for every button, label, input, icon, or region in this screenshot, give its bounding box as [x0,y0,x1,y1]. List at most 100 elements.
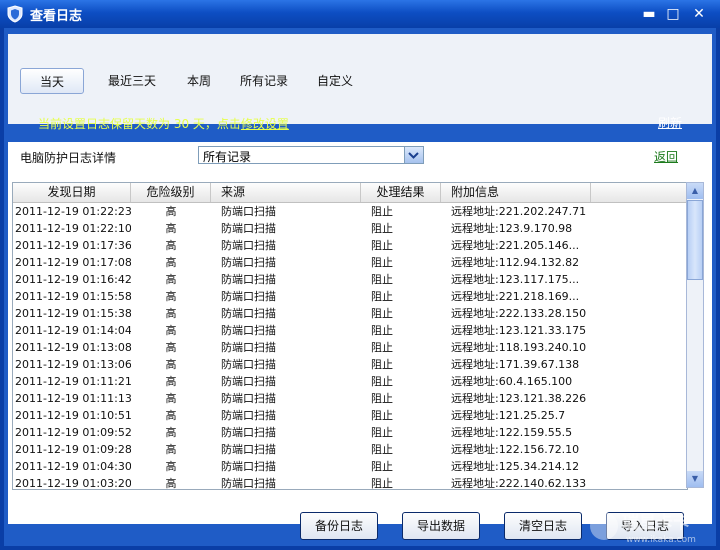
minimize-button[interactable]: ▬ [640,5,658,23]
cell-result: 阻止 [371,341,393,354]
cell-level: 高 [165,307,177,320]
scroll-up-icon[interactable]: ▲ [687,183,703,199]
column-header-empty [591,183,687,202]
cell-date: 2011-12-19 01:16:42 [15,273,131,286]
cell-source: 防端口扫描 [221,324,276,337]
maximize-button[interactable]: □ [664,5,682,23]
cell-source: 防端口扫描 [221,205,276,218]
shield-icon [7,5,23,23]
cell-source: 防端口扫描 [221,256,276,269]
refresh-link[interactable]: 刷新 [658,114,682,131]
cell-date: 2011-12-19 01:11:13 [15,392,131,405]
table-row[interactable]: 2011-12-19 01:13:08 高 防端口扫描 阻止 远程地址:118.193.… [13,339,687,356]
cell-info: 远程地址:122.156.72.10 [451,443,580,456]
cell-result: 阻止 [371,205,393,218]
cell-date: 2011-12-19 01:17:08 [15,256,131,269]
tab-custom[interactable]: 自定义 [308,68,362,94]
table-row[interactable]: 2011-12-19 01:17:08 高 防端口扫描 阻止 远程地址:112.94.1… [13,254,687,271]
clear-log-button[interactable]: 清空日志 [504,512,582,540]
table-row[interactable]: 2011-12-19 01:14:04 高 防端口扫描 阻止 远程地址:123.121.… [13,322,687,339]
cell-info: 远程地址:118.193.240.10 [451,341,587,354]
cell-level: 高 [165,426,177,439]
scroll-down-icon[interactable]: ▼ [687,471,703,487]
scroll-thumb[interactable] [687,200,703,280]
cell-source: 防端口扫描 [221,239,276,252]
retention-text: 当前设置日志保留天数为 30 天，点击 [38,117,241,131]
table-row[interactable]: 2011-12-19 01:10:51 高 防端口扫描 阻止 远程地址:121.25.2… [13,407,687,424]
cell-info: 远程地址:221.202.247.71 [451,205,587,218]
cell-level: 高 [165,239,177,252]
cell-level: 高 [165,409,177,422]
column-header-date[interactable]: 发现日期 [13,183,131,202]
cell-level: 高 [165,222,177,235]
cell-level: 高 [165,273,177,286]
cell-result: 阻止 [371,256,393,269]
tab-last-three-days[interactable]: 最近三天 [92,68,172,94]
title-bar[interactable]: 查看日志 ▬ □ ✕ [0,0,720,28]
table-row[interactable]: 2011-12-19 01:15:58 高 防端口扫描 阻止 远程地址:221.218.… [13,288,687,305]
cell-level: 高 [165,443,177,456]
cell-date: 2011-12-19 01:22:10 [15,222,131,235]
table-row[interactable]: 2011-12-19 01:04:30 高 防端口扫描 阻止 远程地址:125.34.2… [13,458,687,475]
dropdown-arrow-icon[interactable] [404,147,423,163]
cell-info: 远程地址:60.4.165.100 [451,375,573,388]
cell-info: 远程地址:221.218.169... [451,290,580,303]
cell-info: 远程地址:123.121.33.175 [451,324,587,337]
table-row[interactable]: 2011-12-19 01:11:21 高 防端口扫描 阻止 远程地址:60.4.165… [13,373,687,390]
vertical-scrollbar[interactable]: ▲ ▼ [686,182,704,488]
tab-this-week[interactable]: 本周 [174,68,224,94]
cell-info: 远程地址:123.117.175... [451,273,580,286]
table-row[interactable]: 2011-12-19 01:09:52 高 防端口扫描 阻止 远程地址:122.159.… [13,424,687,441]
tab-all-records[interactable]: 所有记录 [232,68,296,94]
tab-today[interactable]: 当天 [20,68,84,94]
cell-result: 阻止 [371,290,393,303]
table-row[interactable]: 2011-12-19 01:11:13 高 防端口扫描 阻止 远程地址:123.121.… [13,390,687,407]
cell-source: 防端口扫描 [221,307,276,320]
cell-result: 阻止 [371,307,393,320]
log-viewer-window: 查看日志 ▬ □ ✕ 当天 最近三天 本周 所有记录 自定义 当前设置日志保留天… [0,0,720,550]
cell-result: 阻止 [371,443,393,456]
backup-log-button[interactable]: 备份日志 [300,512,378,540]
table-row[interactable]: 2011-12-19 01:22:10 高 防端口扫描 阻止 远程地址:123.9.17… [13,220,687,237]
column-header-level[interactable]: 危险级别 [131,183,211,202]
table-row[interactable]: 2011-12-19 01:16:42 高 防端口扫描 阻止 远程地址:123.117.… [13,271,687,288]
cell-level: 高 [165,392,177,405]
cell-source: 防端口扫描 [221,409,276,422]
cell-source: 防端口扫描 [221,460,276,473]
column-header-result[interactable]: 处理结果 [361,183,441,202]
cell-info: 远程地址:171.39.67.138 [451,358,580,371]
table-row[interactable]: 2011-12-19 01:09:28 高 防端口扫描 阻止 远程地址:122.156.… [13,441,687,458]
table-row[interactable]: 2011-12-19 01:03:20 高 防端口扫描 阻止 远程地址:222.140.… [13,475,687,490]
cell-result: 阻止 [371,426,393,439]
cell-result: 阻止 [371,375,393,388]
cell-source: 防端口扫描 [221,392,276,405]
column-header-info[interactable]: 附加信息 [441,183,591,202]
back-link[interactable]: 返回 [654,148,678,165]
log-type-select[interactable]: 所有记录 [198,146,424,164]
cell-info: 远程地址:121.25.25.7 [451,409,566,422]
table-row[interactable]: 2011-12-19 01:15:38 高 防端口扫描 阻止 远程地址:222.133.… [13,305,687,322]
table-row[interactable]: 2011-12-19 01:13:06 高 防端口扫描 阻止 远程地址:171.39.6… [13,356,687,373]
column-header-source[interactable]: 来源 [211,183,361,202]
cell-date: 2011-12-19 01:13:06 [15,358,131,371]
cell-source: 防端口扫描 [221,477,276,490]
cell-result: 阻止 [371,409,393,422]
cell-info: 远程地址:123.9.170.98 [451,222,573,235]
table-row[interactable]: 2011-12-19 01:22:23 高 防端口扫描 阻止 远程地址:221.202.… [13,203,687,220]
cell-level: 高 [165,341,177,354]
table-row[interactable]: 2011-12-19 01:17:36 高 防端口扫描 阻止 远程地址:221.205.… [13,237,687,254]
close-button[interactable]: ✕ [690,5,708,23]
window-title: 查看日志 [30,9,83,24]
cell-info: 远程地址:222.133.28.150 [451,307,587,320]
cell-level: 高 [165,205,177,218]
cell-date: 2011-12-19 01:11:21 [15,375,131,388]
range-toolbar: 当天 最近三天 本周 所有记录 自定义 [8,34,712,124]
cell-result: 阻止 [371,392,393,405]
export-data-button[interactable]: 导出数据 [402,512,480,540]
cell-date: 2011-12-19 01:22:23 [15,205,131,218]
cell-date: 2011-12-19 01:09:28 [15,443,131,456]
cell-source: 防端口扫描 [221,222,276,235]
cell-source: 防端口扫描 [221,290,276,303]
modify-settings-link[interactable]: 修改设置 [241,117,289,131]
table-header: 发现日期 危险级别 来源 处理结果 附加信息 [13,183,687,203]
